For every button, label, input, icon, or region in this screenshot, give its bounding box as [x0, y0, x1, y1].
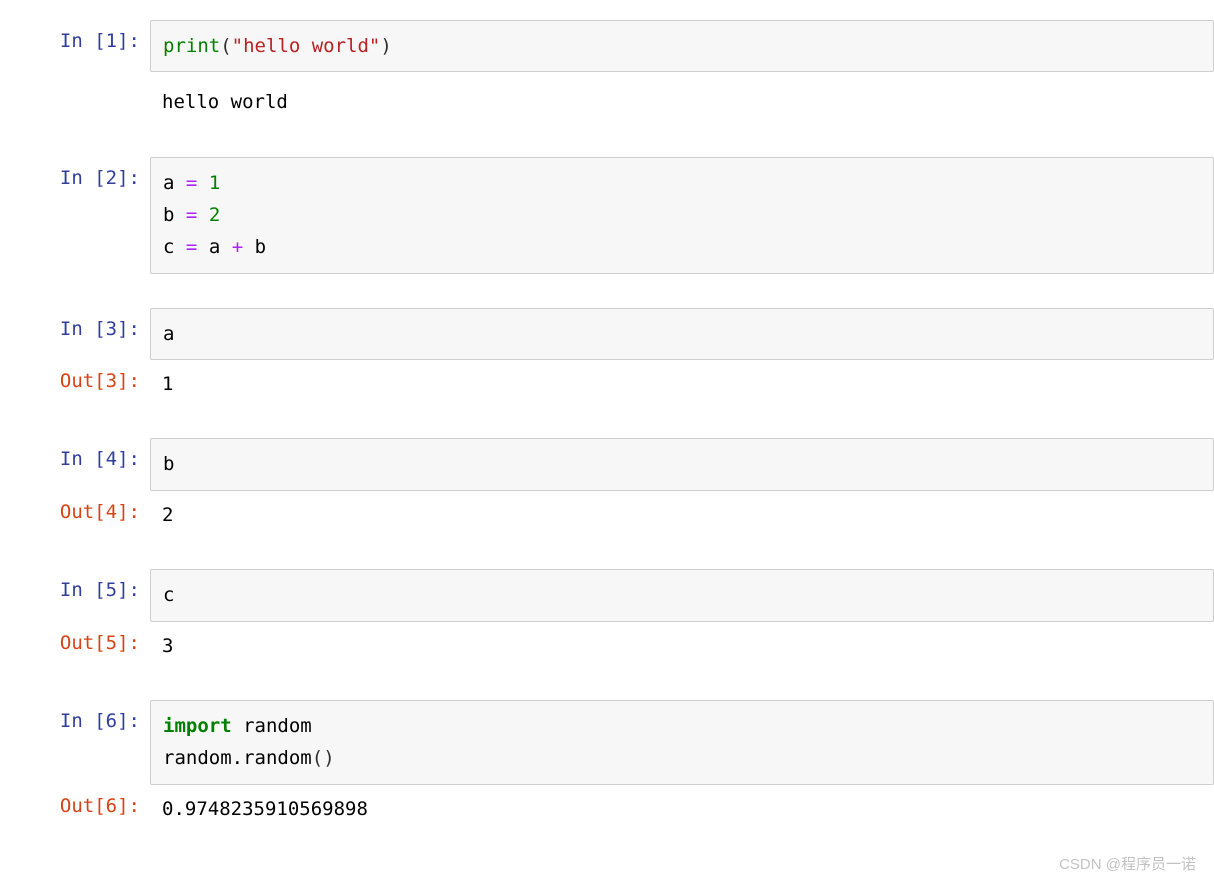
input-prompt: In [2]:	[0, 157, 150, 274]
input-prompt: In [4]:	[0, 438, 150, 490]
output-row: hello world	[0, 78, 1214, 123]
code-cell: In [2]: a = 1 b = 2 c = a + b	[0, 157, 1214, 274]
output-row: Out[6]: 0.9748235910569898	[0, 791, 1214, 830]
output-prompt: Out[6]:	[0, 791, 150, 830]
execute-result: 1	[150, 366, 1214, 405]
code-cell: In [5]: c	[0, 569, 1214, 621]
code-cell: In [3]: a	[0, 308, 1214, 360]
code-input[interactable]: print("hello world")	[150, 20, 1214, 72]
watermark: CSDN @程序员一诺	[1059, 853, 1196, 874]
code-cell: In [4]: b	[0, 438, 1214, 490]
input-prompt: In [5]:	[0, 569, 150, 621]
stream-output: hello world	[150, 78, 1214, 123]
execute-result: 0.9748235910569898	[150, 791, 1214, 830]
execute-result: 2	[150, 497, 1214, 536]
output-prompt: Out[3]:	[0, 366, 150, 405]
code-cell: In [6]: import random random.random()	[0, 700, 1214, 785]
code-cell: In [1]: print("hello world")	[0, 20, 1214, 72]
code-input[interactable]: a = 1 b = 2 c = a + b	[150, 157, 1214, 274]
output-prompt: Out[5]:	[0, 628, 150, 667]
code-input[interactable]: a	[150, 308, 1214, 360]
execute-result: 3	[150, 628, 1214, 667]
empty-prompt	[0, 78, 150, 123]
input-prompt: In [6]:	[0, 700, 150, 785]
input-prompt: In [1]:	[0, 20, 150, 72]
output-row: Out[5]: 3	[0, 628, 1214, 667]
output-row: Out[3]: 1	[0, 366, 1214, 405]
code-input[interactable]: import random random.random()	[150, 700, 1214, 785]
input-prompt: In [3]:	[0, 308, 150, 360]
code-input[interactable]: b	[150, 438, 1214, 490]
output-row: Out[4]: 2	[0, 497, 1214, 536]
output-prompt: Out[4]:	[0, 497, 150, 536]
code-input[interactable]: c	[150, 569, 1214, 621]
